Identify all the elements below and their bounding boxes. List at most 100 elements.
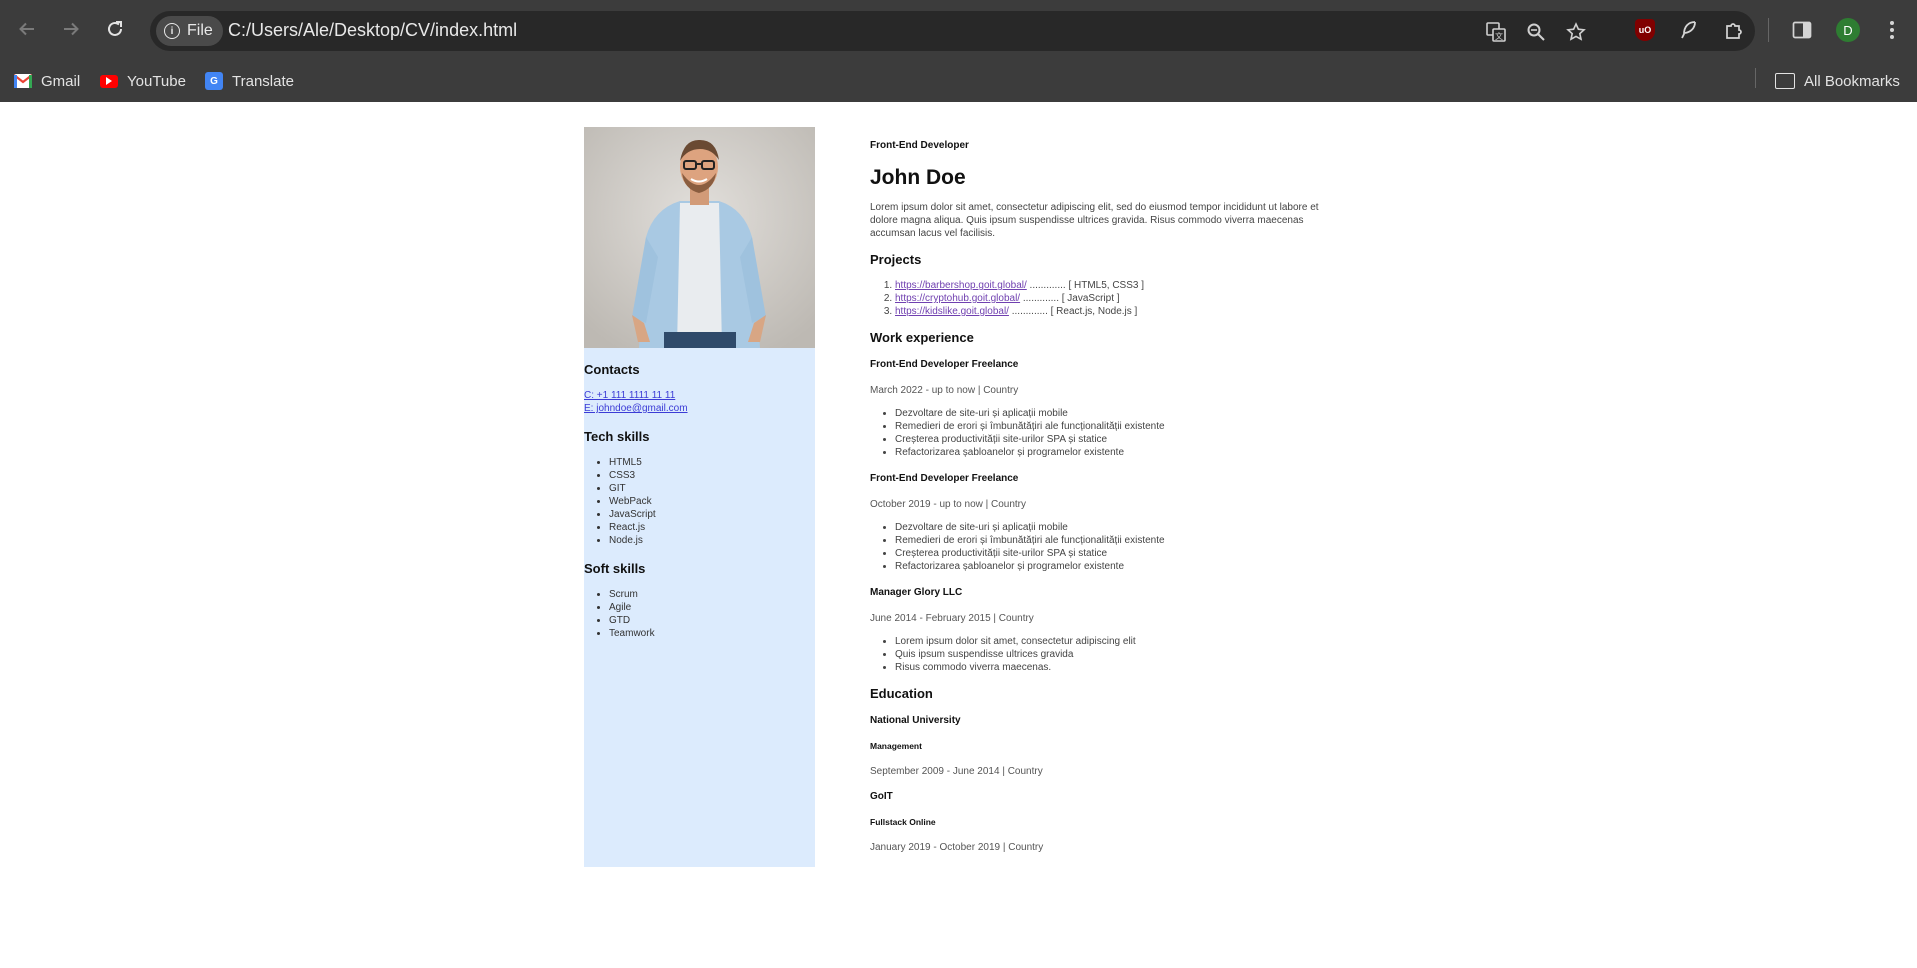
arrow-left-icon — [19, 22, 34, 36]
bookmarks-divider — [1755, 68, 1756, 88]
bookmark-star-icon[interactable] — [1564, 20, 1588, 44]
job-position: Front-End Developer Freelance — [870, 473, 1019, 484]
project-link[interactable]: https://barbershop.goit.global/ — [895, 280, 1027, 291]
email-link[interactable]: E: johndoe@gmail.com — [584, 402, 815, 415]
school-program: Fullstack Online — [870, 817, 936, 827]
toolbar-divider — [1768, 18, 1769, 42]
person-portrait-icon — [584, 127, 815, 348]
tech-skills-heading: Tech skills — [584, 429, 650, 444]
list-item: Refactorizarea șabloanelor și programelo… — [895, 560, 1340, 573]
bookmark-translate[interactable]: G Translate — [205, 68, 294, 94]
menu-button[interactable] — [1879, 17, 1905, 43]
profile-avatar[interactable]: D — [1836, 18, 1860, 42]
list-item: CSS3 — [609, 469, 815, 482]
tech-skills-list: HTML5 CSS3 GIT WebPack JavaScript React.… — [584, 456, 815, 547]
job-position: Front-End Developer Freelance — [870, 359, 1019, 370]
school-program: Management — [870, 741, 922, 751]
bookmark-label: Translate — [232, 72, 294, 90]
back-button[interactable] — [12, 14, 42, 44]
person-name: John Doe — [870, 166, 966, 189]
project-stack: ............. [ React.js, Node.js ] — [1008, 306, 1138, 317]
job-title: Front-End Developer — [870, 140, 969, 151]
work-heading: Work experience — [870, 330, 974, 345]
list-item: Agile — [609, 601, 815, 614]
project-stack: ............. [ JavaScript ] — [1020, 293, 1120, 304]
list-item: Risus commodo viverra maecenas. — [895, 661, 1340, 674]
list-item: https://cryptohub.goit.global/ .........… — [895, 292, 1340, 305]
list-item: HTML5 — [609, 456, 815, 469]
bookmark-label: YouTube — [127, 72, 186, 90]
list-item: Refactorizarea șabloanelor și programelo… — [895, 446, 1340, 459]
file-chip-label: File — [187, 22, 213, 39]
list-item: Dezvoltare de site-uri și aplicații mobi… — [895, 521, 1340, 534]
gmail-icon — [14, 74, 32, 88]
list-item: Remedieri de erori și îmbunătățiri ale f… — [895, 420, 1340, 433]
list-item: Creșterea productivității site-urilor SP… — [895, 433, 1340, 446]
list-item: GIT — [609, 482, 815, 495]
soft-skills-list: Scrum Agile GTD Teamwork — [584, 588, 815, 640]
school-dates: September 2009 - June 2014 | Country — [870, 766, 1043, 777]
ublock-extension-button[interactable]: uO — [1632, 17, 1658, 43]
reload-icon — [108, 21, 122, 36]
phone-link[interactable]: C: +1 111 1111 11 11 — [584, 389, 815, 402]
cv-main: Front-End Developer John Doe Lorem ipsum… — [870, 140, 1340, 853]
zoom-icon[interactable] — [1524, 20, 1548, 44]
contacts-block: C: +1 111 1111 11 11 E: johndoe@gmail.co… — [584, 389, 815, 415]
profile-photo — [584, 127, 815, 348]
arrow-right-icon — [64, 22, 79, 36]
list-item: Scrum — [609, 588, 815, 601]
bookmark-label: Gmail — [41, 72, 81, 90]
forward-button[interactable] — [56, 14, 86, 44]
feather-extension-button[interactable] — [1676, 17, 1702, 43]
job-duties: Dezvoltare de site-uri și aplicații mobi… — [870, 407, 1340, 459]
folder-icon — [1775, 73, 1795, 89]
contacts-heading: Contacts — [584, 362, 640, 377]
job-position: Manager Glory LLC — [870, 587, 963, 598]
reload-button[interactable] — [100, 14, 130, 44]
list-item: Remedieri de erori și îmbunătățiri ale f… — [895, 534, 1340, 547]
extensions-button[interactable] — [1721, 17, 1747, 43]
youtube-icon — [100, 74, 118, 88]
bookmarks-bar: Gmail YouTube G Translate All Bookmarks — [0, 60, 1917, 102]
list-item: Teamwork — [609, 627, 815, 640]
sidebar-content: Contacts C: +1 111 1111 11 11 E: johndoe… — [584, 348, 815, 640]
soft-skills-heading: Soft skills — [584, 561, 646, 576]
all-bookmarks-button[interactable]: All Bookmarks — [1775, 68, 1900, 94]
list-item: Lorem ipsum dolor sit amet, consectetur … — [895, 635, 1340, 648]
bookmark-gmail[interactable]: Gmail — [14, 68, 80, 94]
ublock-icon: uO — [1635, 19, 1655, 41]
school-name: National University — [870, 715, 961, 726]
project-stack: ............. [ HTML5, CSS3 ] — [1026, 280, 1145, 291]
svg-text:文: 文 — [1495, 31, 1503, 41]
site-info-chip[interactable]: i File — [156, 16, 223, 46]
job-dates: October 2019 - up to now | Country — [870, 499, 1027, 510]
projects-list: https://barbershop.goit.global/ ........… — [870, 279, 1340, 318]
list-item: GTD — [609, 614, 815, 627]
job-duties: Lorem ipsum dolor sit amet, consectetur … — [870, 635, 1340, 674]
list-item: https://barbershop.goit.global/ ........… — [895, 279, 1340, 292]
browser-chrome: i File C:/Users/Ale/Desktop/CV/index.htm… — [0, 0, 1917, 102]
page-content: Contacts C: +1 111 1111 11 11 E: johndoe… — [0, 102, 1917, 968]
puzzle-icon — [1726, 23, 1742, 39]
browser-toolbar: i File C:/Users/Ale/Desktop/CV/index.htm… — [0, 0, 1917, 60]
project-link[interactable]: https://cryptohub.goit.global/ — [895, 293, 1020, 304]
feather-icon — [1681, 21, 1696, 39]
list-item: WebPack — [609, 495, 815, 508]
list-item: Creșterea productivității site-urilor SP… — [895, 547, 1340, 560]
address-bar[interactable]: i File C:/Users/Ale/Desktop/CV/index.htm… — [150, 11, 1755, 51]
cv-sidebar: Contacts C: +1 111 1111 11 11 E: johndoe… — [584, 127, 815, 867]
projects-heading: Projects — [870, 252, 922, 267]
bookmark-youtube[interactable]: YouTube — [100, 68, 186, 94]
school-dates: January 2019 - October 2019 | Country — [870, 842, 1044, 853]
side-panel-button[interactable] — [1789, 17, 1815, 43]
job-dates: March 2022 - up to now | Country — [870, 385, 1019, 396]
project-link[interactable]: https://kidslike.goit.global/ — [895, 306, 1009, 317]
url-text[interactable]: C:/Users/Ale/Desktop/CV/index.html — [228, 20, 517, 41]
list-item: https://kidslike.goit.global/ ..........… — [895, 305, 1340, 318]
intro-text: Lorem ipsum dolor sit amet, consectetur … — [870, 202, 1319, 239]
translate-icon: G — [205, 72, 223, 90]
translate-page-icon[interactable]: 文 — [1484, 20, 1508, 44]
job-dates: June 2014 - February 2015 | Country — [870, 613, 1034, 624]
kebab-menu-icon — [1890, 21, 1894, 39]
all-bookmarks-label: All Bookmarks — [1804, 72, 1900, 90]
